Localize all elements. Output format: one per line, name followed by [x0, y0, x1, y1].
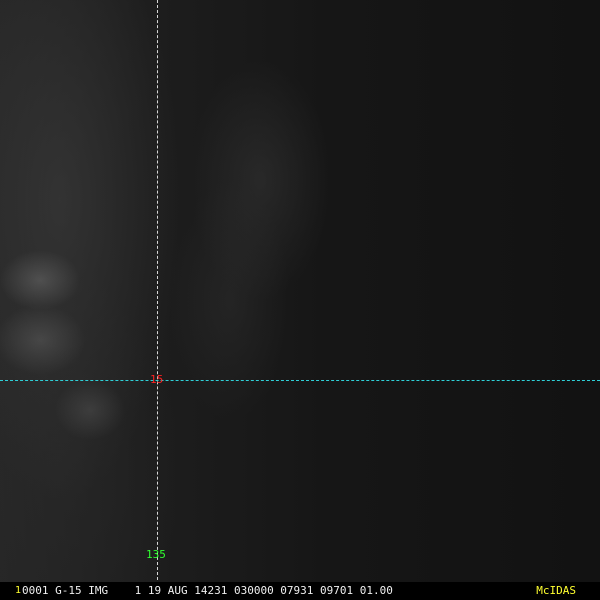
satellite-display: 15 135 1 0001 G-15 IMG 1 19 AUG 14231 03… [0, 0, 600, 600]
latitude-line [0, 380, 600, 381]
frame-number: 1 [15, 585, 22, 596]
brand-label: McIDAS [536, 584, 576, 597]
image-info: 0001 G-15 IMG 1 19 AUG 14231 030000 0793… [22, 584, 393, 597]
latitude-label: 15 [150, 373, 164, 386]
satellite-image: 15 135 [0, 0, 600, 582]
longitude-label: 135 [146, 548, 166, 561]
longitude-line [157, 0, 158, 580]
status-bar: 1 0001 G-15 IMG 1 19 AUG 14231 030000 07… [0, 582, 600, 600]
